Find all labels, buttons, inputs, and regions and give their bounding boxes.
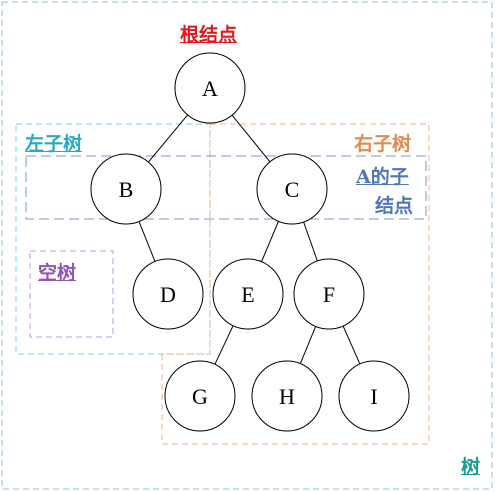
node-F: F: [293, 258, 365, 330]
node-I: I: [338, 360, 410, 432]
edge-A-C: [231, 114, 271, 163]
edge-B-D: [138, 221, 156, 262]
node-label-I: I: [370, 384, 377, 409]
node-label-C: C: [285, 177, 300, 202]
edge-F-H: [299, 326, 317, 364]
node-label-B: B: [119, 177, 134, 202]
node-label-H: H: [279, 384, 295, 409]
node-label-F: F: [323, 282, 335, 307]
tree-label: 树: [461, 456, 481, 478]
node-label-D: D: [160, 282, 176, 307]
tree-region-border: [1, 1, 493, 490]
children-of-a-label-line2: 结点: [375, 195, 414, 217]
node-G: G: [164, 360, 236, 432]
edge-F-I: [342, 325, 361, 365]
empty-tree-label: 空树: [38, 262, 77, 284]
right-subtree-label: 右子树: [354, 133, 412, 155]
edge-E-G: [214, 325, 234, 365]
tree-diagram: A B C D E F G H I: [1, 1, 493, 490]
left-subtree-label: 左子树: [25, 133, 83, 155]
edge-C-F: [303, 221, 318, 262]
edge-A-B: [147, 114, 189, 163]
node-C: C: [256, 153, 328, 225]
node-D: D: [132, 258, 204, 330]
node-label-A: A: [202, 76, 218, 101]
node-A: A: [174, 52, 246, 124]
nodes: A B C D E F G H I: [90, 52, 410, 432]
node-label-E: E: [241, 282, 254, 307]
children-of-a-label-line1: A的子: [356, 166, 409, 188]
edge-C-E: [261, 221, 279, 262]
root-label: 根结点: [180, 24, 238, 46]
node-E: E: [212, 258, 284, 330]
node-label-G: G: [192, 384, 208, 409]
node-H: H: [251, 360, 323, 432]
node-B: B: [90, 153, 162, 225]
